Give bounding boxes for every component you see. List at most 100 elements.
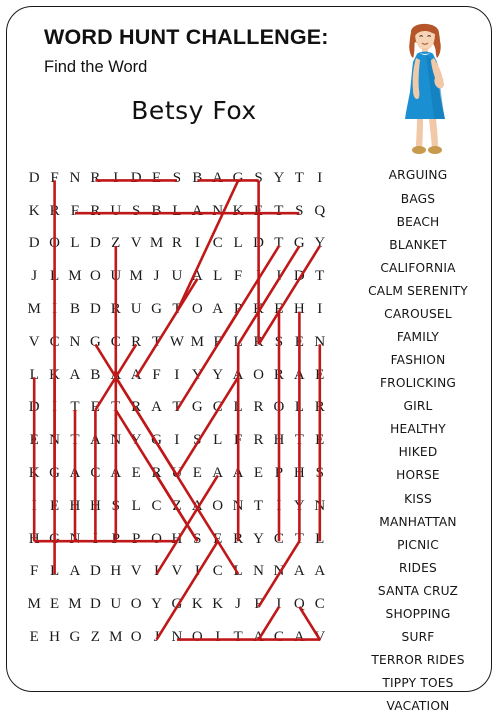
grid-cell[interactable]: T: [146, 326, 166, 359]
grid-cell[interactable]: A: [65, 359, 85, 392]
grid-cell[interactable]: C: [269, 523, 289, 556]
word-list-item[interactable]: SURF: [348, 626, 488, 649]
grid-cell[interactable]: C: [208, 228, 228, 261]
word-list-item[interactable]: FROLICKING: [348, 372, 488, 395]
grid-cell[interactable]: C: [106, 326, 126, 359]
grid-cell[interactable]: A: [85, 424, 105, 457]
grid-cell[interactable]: P: [106, 523, 126, 556]
grid-cell[interactable]: R: [126, 326, 146, 359]
grid-cell[interactable]: E: [309, 424, 330, 457]
grid-cell[interactable]: O: [126, 621, 146, 654]
word-list-item[interactable]: MANHATTAN: [348, 510, 488, 533]
grid-cell[interactable]: A: [187, 490, 207, 523]
grid-cell[interactable]: R: [248, 392, 268, 425]
grid-cell[interactable]: N: [167, 621, 187, 654]
grid-cell[interactable]: F: [65, 195, 85, 228]
grid-cell[interactable]: Q: [309, 195, 330, 228]
grid-cell[interactable]: G: [167, 588, 187, 621]
grid-cell[interactable]: H: [65, 490, 85, 523]
grid-cell[interactable]: H: [24, 523, 44, 556]
word-list-item[interactable]: FAMILY: [348, 326, 488, 349]
grid-cell[interactable]: N: [65, 326, 85, 359]
grid-cell[interactable]: L: [228, 392, 248, 425]
grid-cell[interactable]: H: [167, 523, 187, 556]
grid-cell[interactable]: P: [126, 523, 146, 556]
grid-cell[interactable]: R: [85, 162, 105, 195]
grid-cell[interactable]: E: [269, 293, 289, 326]
grid-cell[interactable]: U: [167, 260, 187, 293]
grid-cell[interactable]: A: [106, 359, 126, 392]
grid-cell[interactable]: A: [289, 621, 309, 654]
grid-cell[interactable]: K: [208, 588, 228, 621]
grid-cell[interactable]: D: [85, 556, 105, 589]
word-list-item[interactable]: CAROUSEL: [348, 302, 488, 325]
grid-cell[interactable]: F: [248, 588, 268, 621]
grid-cell[interactable]: A: [146, 392, 166, 425]
grid-cell[interactable]: R: [106, 293, 126, 326]
grid-cell[interactable]: Y: [269, 162, 289, 195]
grid-cell[interactable]: A: [126, 359, 146, 392]
grid-cell[interactable]: G: [146, 293, 166, 326]
grid-cell[interactable]: S: [248, 162, 268, 195]
grid-cell[interactable]: B: [187, 162, 207, 195]
grid-cell[interactable]: A: [248, 621, 268, 654]
grid-cell[interactable]: W: [167, 326, 187, 359]
grid-cell[interactable]: M: [24, 588, 44, 621]
grid-cell[interactable]: E: [187, 457, 207, 490]
grid-cell[interactable]: T: [167, 293, 187, 326]
grid-cell[interactable]: A: [208, 457, 228, 490]
grid-cell[interactable]: E: [24, 424, 44, 457]
grid-cell[interactable]: N: [228, 490, 248, 523]
grid-cell[interactable]: T: [167, 392, 187, 425]
grid-cell[interactable]: A: [65, 457, 85, 490]
grid-cell[interactable]: R: [228, 523, 248, 556]
grid-cell[interactable]: F: [24, 556, 44, 589]
grid-cell[interactable]: S: [126, 195, 146, 228]
grid-cell[interactable]: B: [85, 359, 105, 392]
grid-cell[interactable]: C: [208, 556, 228, 589]
grid-cell[interactable]: I: [269, 588, 289, 621]
grid-cell[interactable]: H: [289, 293, 309, 326]
grid-cell[interactable]: O: [208, 490, 228, 523]
grid-cell[interactable]: Q: [289, 588, 309, 621]
grid-cell[interactable]: L: [44, 556, 64, 589]
grid-cell[interactable]: E: [248, 457, 268, 490]
grid-cell[interactable]: E: [309, 359, 330, 392]
grid-cell[interactable]: V: [167, 556, 187, 589]
grid-cell[interactable]: V: [126, 556, 146, 589]
grid-cell[interactable]: A: [289, 359, 309, 392]
grid-cell[interactable]: A: [208, 162, 228, 195]
grid-cell[interactable]: V: [24, 326, 44, 359]
grid-cell[interactable]: K: [44, 359, 64, 392]
grid-cell[interactable]: G: [85, 326, 105, 359]
grid-cell[interactable]: V: [309, 621, 330, 654]
grid-cell[interactable]: K: [187, 588, 207, 621]
grid-cell[interactable]: T: [65, 424, 85, 457]
grid-cell[interactable]: R: [146, 457, 166, 490]
grid-cell[interactable]: I: [208, 621, 228, 654]
grid-cell[interactable]: S: [187, 424, 207, 457]
grid-cell[interactable]: A: [187, 195, 207, 228]
grid-cell[interactable]: L: [126, 490, 146, 523]
word-list-item[interactable]: ARGUING: [348, 164, 488, 187]
grid-cell[interactable]: O: [187, 621, 207, 654]
word-list-item[interactable]: SHOPPING: [348, 602, 488, 625]
grid-cell[interactable]: M: [187, 326, 207, 359]
word-list-item[interactable]: HIKED: [348, 441, 488, 464]
grid-cell[interactable]: L: [44, 260, 64, 293]
grid-cell[interactable]: G: [146, 424, 166, 457]
grid-cell[interactable]: A: [309, 556, 330, 589]
grid-cell[interactable]: F: [208, 326, 228, 359]
grid-cell[interactable]: D: [24, 228, 44, 261]
grid-cell[interactable]: T: [228, 621, 248, 654]
grid-cell[interactable]: Z: [85, 621, 105, 654]
grid-cell[interactable]: I: [85, 523, 105, 556]
grid-cell[interactable]: I: [44, 392, 64, 425]
grid-cell[interactable]: Y: [309, 228, 330, 261]
grid-cell[interactable]: O: [85, 260, 105, 293]
grid-cell[interactable]: B: [65, 293, 85, 326]
grid-cell[interactable]: M: [126, 260, 146, 293]
grid-cell[interactable]: S: [309, 457, 330, 490]
grid-cell[interactable]: G: [289, 228, 309, 261]
word-list-item[interactable]: KISS: [348, 487, 488, 510]
